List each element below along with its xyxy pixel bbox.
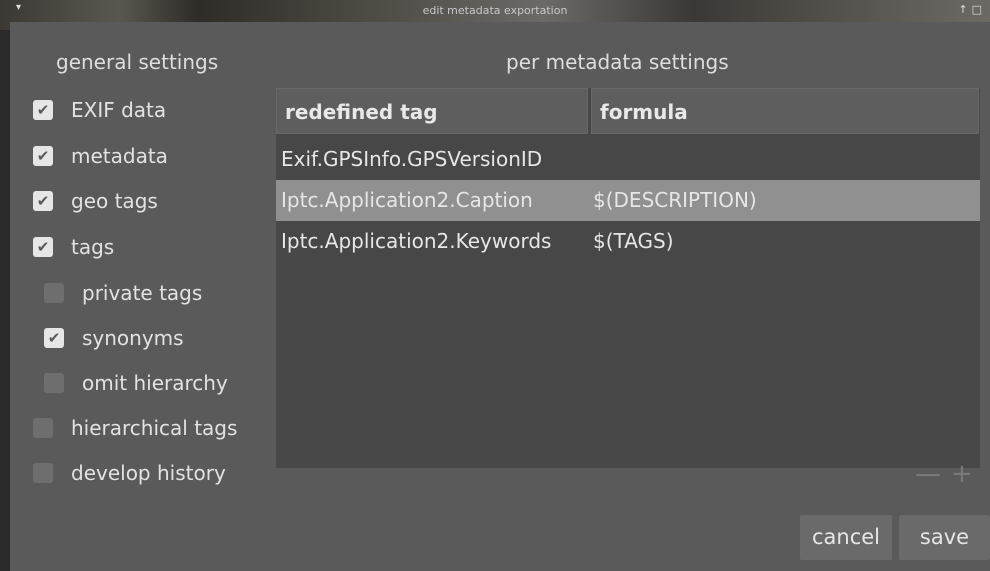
add-tag-button[interactable]: +: [951, 459, 973, 489]
table-row[interactable]: Exif.GPSInfo.GPSVersionID: [276, 139, 980, 180]
formula-cell[interactable]: $(TAGS): [593, 221, 674, 262]
hierarchical-tags-checkbox[interactable]: [33, 418, 53, 438]
metadata-table: redefined tag formula Exif.GPSInfo.GPSVe…: [276, 88, 980, 468]
metadata-checkbox[interactable]: ✔: [33, 146, 53, 166]
tag-cell: Exif.GPSInfo.GPSVersionID: [281, 147, 543, 171]
tag-cell: Iptc.Application2.Caption: [281, 188, 533, 212]
restore-icon[interactable]: □: [972, 3, 986, 16]
window-controls: ↑□: [958, 3, 986, 16]
geo-tags-checkbox[interactable]: ✔: [33, 191, 53, 211]
title-bar: ▾ edit metadata exportation ↑□: [0, 0, 990, 22]
save-button[interactable]: save: [899, 515, 990, 560]
option-label: tags: [71, 235, 115, 259]
option-synonyms[interactable]: ✔ synonyms: [44, 326, 184, 350]
column-header-formula[interactable]: formula: [591, 88, 979, 134]
option-private-tags[interactable]: private tags: [44, 281, 202, 305]
private-tags-checkbox[interactable]: [44, 283, 64, 303]
option-hierarchical-tags[interactable]: hierarchical tags: [33, 416, 237, 440]
tag-cell: Iptc.Application2.Keywords: [281, 229, 552, 253]
cancel-button[interactable]: cancel: [800, 515, 892, 560]
formula-cell[interactable]: $(DESCRIPTION): [593, 180, 757, 221]
option-label: hierarchical tags: [71, 416, 238, 440]
window-title: edit metadata exportation: [422, 4, 568, 17]
option-geo-tags[interactable]: ✔ geo tags: [33, 189, 158, 213]
per-metadata-settings-title: per metadata settings: [506, 50, 729, 74]
option-label: metadata: [71, 144, 168, 168]
synonyms-checkbox[interactable]: ✔: [44, 328, 64, 348]
option-tags[interactable]: ✔ tags: [33, 235, 114, 259]
option-develop-history[interactable]: develop history: [33, 461, 226, 485]
exif-data-checkbox[interactable]: ✔: [33, 100, 53, 120]
option-metadata[interactable]: ✔ metadata: [33, 144, 168, 168]
option-omit-hierarchy[interactable]: omit hierarchy: [44, 371, 228, 395]
option-label: synonyms: [82, 326, 184, 350]
option-label: omit hierarchy: [82, 371, 228, 395]
tags-checkbox[interactable]: ✔: [33, 237, 53, 257]
column-header-redefined-tag[interactable]: redefined tag: [276, 88, 588, 134]
option-label: EXIF data: [71, 98, 167, 122]
develop-history-checkbox[interactable]: [33, 463, 53, 483]
option-label: private tags: [82, 281, 203, 305]
option-label: geo tags: [71, 189, 158, 213]
general-settings-title: general settings: [56, 50, 219, 74]
metadata-export-dialog: general settings ✔ EXIF data ✔ metadata …: [10, 22, 990, 571]
screen: ▾ edit metadata exportation ↑□ general s…: [0, 0, 990, 571]
table-row[interactable]: Iptc.Application2.Caption $(DESCRIPTION): [276, 180, 980, 221]
maximize-arrow-icon[interactable]: ↑: [958, 3, 971, 16]
remove-tag-button[interactable]: —: [915, 459, 941, 489]
option-label: develop history: [71, 461, 226, 485]
omit-hierarchy-checkbox[interactable]: [44, 373, 64, 393]
option-exif-data[interactable]: ✔ EXIF data: [33, 98, 166, 122]
table-row[interactable]: Iptc.Application2.Keywords $(TAGS): [276, 221, 980, 262]
